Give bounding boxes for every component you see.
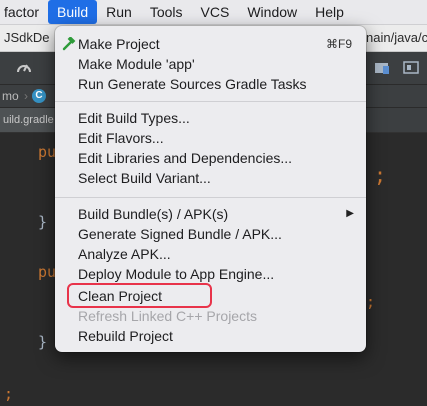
menu-item-label: Edit Flavors... xyxy=(78,130,164,146)
menu-item-label: Refresh Linked C++ Projects xyxy=(78,308,257,324)
menu-item-label: Build Bundle(s) / APK(s) xyxy=(78,206,229,222)
sdk-manager-icon[interactable] xyxy=(374,60,390,76)
menu-build[interactable]: Build xyxy=(48,0,98,24)
menu-tools[interactable]: Tools xyxy=(141,0,192,24)
code-fragment: ; xyxy=(4,385,14,403)
menu-item-generate-signed[interactable]: Generate Signed Bundle / APK... xyxy=(55,224,366,244)
menu-item-edit-flavors[interactable]: Edit Flavors... xyxy=(55,128,366,148)
code-fragment: } xyxy=(38,333,48,351)
menu-item-rebuild-project[interactable]: Rebuild Project xyxy=(55,326,366,346)
menu-item-label: Run Generate Sources Gradle Tasks xyxy=(78,76,307,92)
profiler-gauge-icon[interactable] xyxy=(16,60,32,76)
device-manager-icon[interactable] xyxy=(403,60,419,76)
menu-item-label: Edit Libraries and Dependencies... xyxy=(78,150,293,166)
menu-item-deploy-module[interactable]: Deploy Module to App Engine... xyxy=(55,264,366,284)
menu-item-make-project[interactable]: Make Project ⌘F9 xyxy=(55,34,366,54)
submenu-arrow-icon: ▶ xyxy=(346,208,354,219)
code-fragment: ; xyxy=(374,163,387,187)
menu-item-make-module[interactable]: Make Module 'app' xyxy=(55,54,366,74)
menu-item-label: Deploy Module to App Engine... xyxy=(78,266,275,282)
file-path-fragment: nain/java/c xyxy=(366,30,427,45)
menu-item-analyze-apk[interactable]: Analyze APK... xyxy=(55,244,366,264)
menu-item-label: Select Build Variant... xyxy=(78,170,211,186)
nav-separator-icon: › xyxy=(24,89,28,103)
menu-item-label: Make Module 'app' xyxy=(78,56,195,72)
menu-item-select-build-variant[interactable]: Select Build Variant... xyxy=(55,168,366,188)
menu-separator xyxy=(55,101,366,102)
menu-item-label: Edit Build Types... xyxy=(78,110,190,126)
menu-item-label: Rebuild Project xyxy=(78,328,173,344)
menu-item-label: Make Project xyxy=(78,36,160,52)
class-icon[interactable]: C xyxy=(32,89,46,103)
menu-help[interactable]: Help xyxy=(306,0,353,24)
menu-item-label: Analyze APK... xyxy=(78,246,171,262)
menu-item-run-generate-sources[interactable]: Run Generate Sources Gradle Tasks xyxy=(55,74,366,94)
menu-item-edit-libraries[interactable]: Edit Libraries and Dependencies... xyxy=(55,148,366,168)
menu-item-label: Generate Signed Bundle / APK... xyxy=(78,226,282,242)
menu-window[interactable]: Window xyxy=(238,0,306,24)
menu-separator xyxy=(55,197,366,198)
code-fragment: pu xyxy=(38,263,57,281)
menu-item-build-bundle[interactable]: Build Bundle(s) / APK(s) ▶ xyxy=(55,204,366,224)
nav-module-fragment[interactable]: mo xyxy=(2,85,19,107)
menu-bar: factor Build Run Tools VCS Window Help xyxy=(0,0,427,25)
menu-refactor[interactable]: factor xyxy=(0,0,48,24)
code-fragment: pu xyxy=(38,143,57,161)
code-fragment: } xyxy=(38,213,48,231)
menu-vcs[interactable]: VCS xyxy=(192,0,239,24)
shortcut-label: ⌘F9 xyxy=(325,37,352,51)
menu-item-refresh-linked-cpp: Refresh Linked C++ Projects xyxy=(55,306,366,326)
project-name-fragment: JSdkDe xyxy=(4,30,50,45)
hammer-icon xyxy=(62,37,76,51)
menu-item-edit-build-types[interactable]: Edit Build Types... xyxy=(55,108,366,128)
code-fragment: ; xyxy=(366,293,376,311)
annotation-highlight-box xyxy=(67,283,212,308)
menu-run[interactable]: Run xyxy=(97,0,141,24)
tab-build-gradle[interactable]: uild.gradle xyxy=(0,108,57,132)
